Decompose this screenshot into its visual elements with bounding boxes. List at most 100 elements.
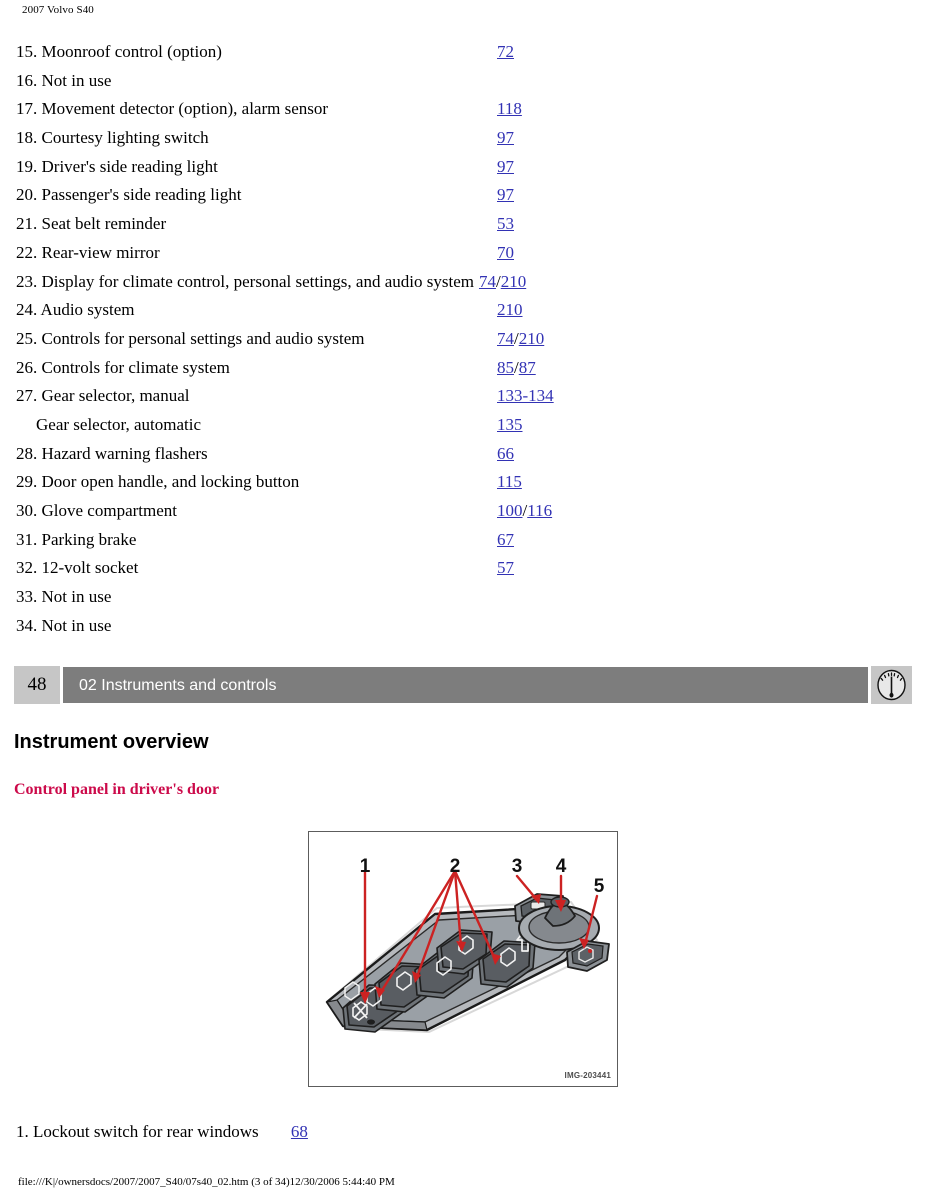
reference-item-label: 22. Rear-view mirror bbox=[16, 242, 160, 262]
page-link[interactable]: 133-134 bbox=[497, 386, 554, 405]
reference-item-label: 19. Driver's side reading light bbox=[16, 156, 218, 176]
page-link[interactable]: 135 bbox=[497, 415, 523, 434]
reference-item-label: 30. Glove compartment bbox=[16, 501, 177, 520]
reference-list-row: 18. Courtesy lighting switch 97 bbox=[0, 124, 927, 153]
reference-item-label: 23. Display for climate control, persona… bbox=[16, 271, 474, 291]
reference-list-row: 23. Display for climate control, persona… bbox=[0, 268, 927, 297]
reference-item-pages: 97 bbox=[497, 153, 514, 182]
page-link[interactable]: 53 bbox=[497, 214, 514, 233]
reference-list-row: 27. Gear selector, manual 133-134 bbox=[0, 382, 927, 411]
reference-list-row: 16. Not in use bbox=[0, 67, 927, 96]
reference-item-label: 20. Passenger's side reading light bbox=[16, 185, 242, 205]
chapter-title-label: 02 Instruments and controls bbox=[79, 677, 277, 694]
reference-list-row: 34. Not in use bbox=[0, 612, 927, 641]
page-link[interactable]: 97 bbox=[497, 128, 514, 147]
callout-number-4: 4 bbox=[556, 856, 567, 877]
reference-item-pages: 72 bbox=[497, 38, 514, 67]
callout-number-5: 5 bbox=[594, 876, 605, 897]
page-link[interactable]: 70 bbox=[497, 243, 514, 262]
reference-item-pages: 115 bbox=[497, 468, 522, 497]
reference-item-pages: 118 bbox=[497, 95, 522, 124]
callout-number-3: 3 bbox=[512, 856, 523, 877]
reference-list-row: 19. Driver's side reading light 97 bbox=[0, 153, 927, 182]
reference-list-row: 15. Moonroof control (option) 72 bbox=[0, 38, 927, 67]
page-link[interactable]: 210 bbox=[501, 272, 527, 291]
page-link[interactable]: 210 bbox=[519, 329, 545, 348]
reference-item-pages: 133-134 bbox=[497, 382, 554, 411]
page-title: Instrument overview bbox=[14, 731, 209, 753]
page-link[interactable]: 72 bbox=[497, 42, 514, 61]
sub-section-title: Control panel in driver's door bbox=[14, 781, 220, 798]
page-link[interactable]: 57 bbox=[497, 558, 514, 577]
browser-print-footer: file:///K|/ownersdocs/2007/2007_S40/07s4… bbox=[18, 1176, 395, 1188]
page-link[interactable]: 116 bbox=[527, 501, 552, 520]
page-link[interactable]: 67 bbox=[497, 530, 514, 549]
page-link[interactable]: 74 bbox=[479, 272, 496, 291]
reference-list-row: 22. Rear-view mirror 70 bbox=[0, 239, 927, 268]
chapter-footer-bar: 48 02 Instruments and controls bbox=[14, 666, 912, 704]
reference-item-pages: 74/210 bbox=[497, 325, 544, 354]
page-link[interactable]: 118 bbox=[497, 99, 522, 118]
reference-list-row: 20. Passenger's side reading light 97 bbox=[0, 181, 927, 210]
chapter-page-number: 48 bbox=[14, 666, 60, 704]
figure-caption-item-1: 1. Lockout switch for rear windows 68 bbox=[16, 1122, 308, 1142]
page-link[interactable]: 100 bbox=[497, 501, 523, 520]
page-link[interactable]: 115 bbox=[497, 472, 522, 491]
chapter-icon-container bbox=[871, 666, 912, 704]
page-link[interactable]: 66 bbox=[497, 444, 514, 463]
page-link[interactable]: 210 bbox=[497, 300, 523, 319]
reference-item-pages: 66 bbox=[497, 440, 514, 469]
reference-list-row: 24. Audio system 210 bbox=[0, 296, 927, 325]
reference-item-pages: 67 bbox=[497, 526, 514, 555]
chapter-title-bar: 02 Instruments and controls bbox=[63, 666, 868, 704]
figure-caption-text: Lockout switch for rear windows bbox=[33, 1122, 259, 1141]
reference-list-row: 32. 12-volt socket 57 bbox=[0, 554, 927, 583]
reference-item-label: 16. Not in use bbox=[16, 70, 112, 90]
reference-list-row: 26. Controls for climate system 85/87 bbox=[0, 354, 927, 383]
gauge-icon bbox=[877, 669, 906, 701]
callout-number-1: 1 bbox=[360, 856, 371, 877]
reference-item-pages: 210 bbox=[497, 296, 523, 325]
reference-item-label: 25. Controls for personal settings and a… bbox=[16, 328, 365, 348]
figure-caption-page-link[interactable]: 68 bbox=[291, 1122, 308, 1141]
reference-item-label: 21. Seat belt reminder bbox=[16, 214, 167, 234]
reference-item-label: 29. Door open handle, and locking button bbox=[16, 472, 300, 492]
reference-list-row: 33. Not in use bbox=[0, 583, 927, 612]
reference-item-pages: 135 bbox=[497, 411, 523, 440]
reference-item-pages: 97 bbox=[497, 181, 514, 210]
control-panel-illustration: 1 2 3 4 5 IMG-203441 bbox=[308, 831, 618, 1087]
callout-number-2: 2 bbox=[450, 856, 461, 877]
page-link[interactable]: 97 bbox=[497, 185, 514, 204]
reference-item-label: 32. 12-volt socket bbox=[16, 558, 139, 578]
reference-list-row: 29. Door open handle, and locking button… bbox=[0, 468, 927, 497]
reference-item-pages: 100/116 bbox=[497, 497, 552, 526]
page-link[interactable]: 74 bbox=[497, 329, 514, 348]
figure-image-code: IMG-203441 bbox=[564, 1071, 611, 1080]
reference-item-pages: 97 bbox=[497, 124, 514, 153]
page-link[interactable]: 85 bbox=[497, 358, 514, 377]
reference-item-label: 33. Not in use bbox=[16, 587, 112, 607]
door-control-panel-drawing: 1 2 3 4 5 bbox=[309, 832, 617, 1086]
reference-item-label: 18. Courtesy lighting switch bbox=[16, 128, 209, 148]
figure-caption-number: 1. bbox=[16, 1122, 29, 1141]
reference-list-row: Gear selector, automatic 135 bbox=[0, 411, 927, 440]
reference-item-label: 15. Moonroof control (option) bbox=[16, 42, 222, 61]
reference-item-label: 31. Parking brake bbox=[16, 529, 137, 549]
reference-list: 15. Moonroof control (option) 72 16. Not i… bbox=[0, 38, 927, 640]
reference-list-row: 31. Parking brake 67 bbox=[0, 526, 927, 555]
reference-item-label: 17. Movement detector (option), alarm se… bbox=[16, 99, 329, 119]
reference-item-pages: 74/210 bbox=[479, 268, 526, 297]
reference-item-pages: 70 bbox=[497, 239, 514, 268]
reference-list-row: 17. Movement detector (option), alarm se… bbox=[0, 95, 927, 124]
page-link[interactable]: 87 bbox=[519, 358, 536, 377]
page-link[interactable]: 97 bbox=[497, 157, 514, 176]
reference-item-label: Gear selector, automatic bbox=[36, 414, 201, 434]
reference-item-label: 26. Controls for climate system bbox=[16, 357, 230, 377]
reference-item-label: 28. Hazard warning flashers bbox=[16, 443, 208, 463]
reference-list-row: 21. Seat belt reminder 53 bbox=[0, 210, 927, 239]
reference-item-pages: 53 bbox=[497, 210, 514, 239]
reference-list-row: 28. Hazard warning flashers 66 bbox=[0, 440, 927, 469]
reference-item-label: 27. Gear selector, manual bbox=[16, 386, 190, 406]
reference-item-label: 34. Not in use bbox=[16, 615, 112, 635]
document-header-title: 2007 Volvo S40 bbox=[22, 4, 94, 16]
